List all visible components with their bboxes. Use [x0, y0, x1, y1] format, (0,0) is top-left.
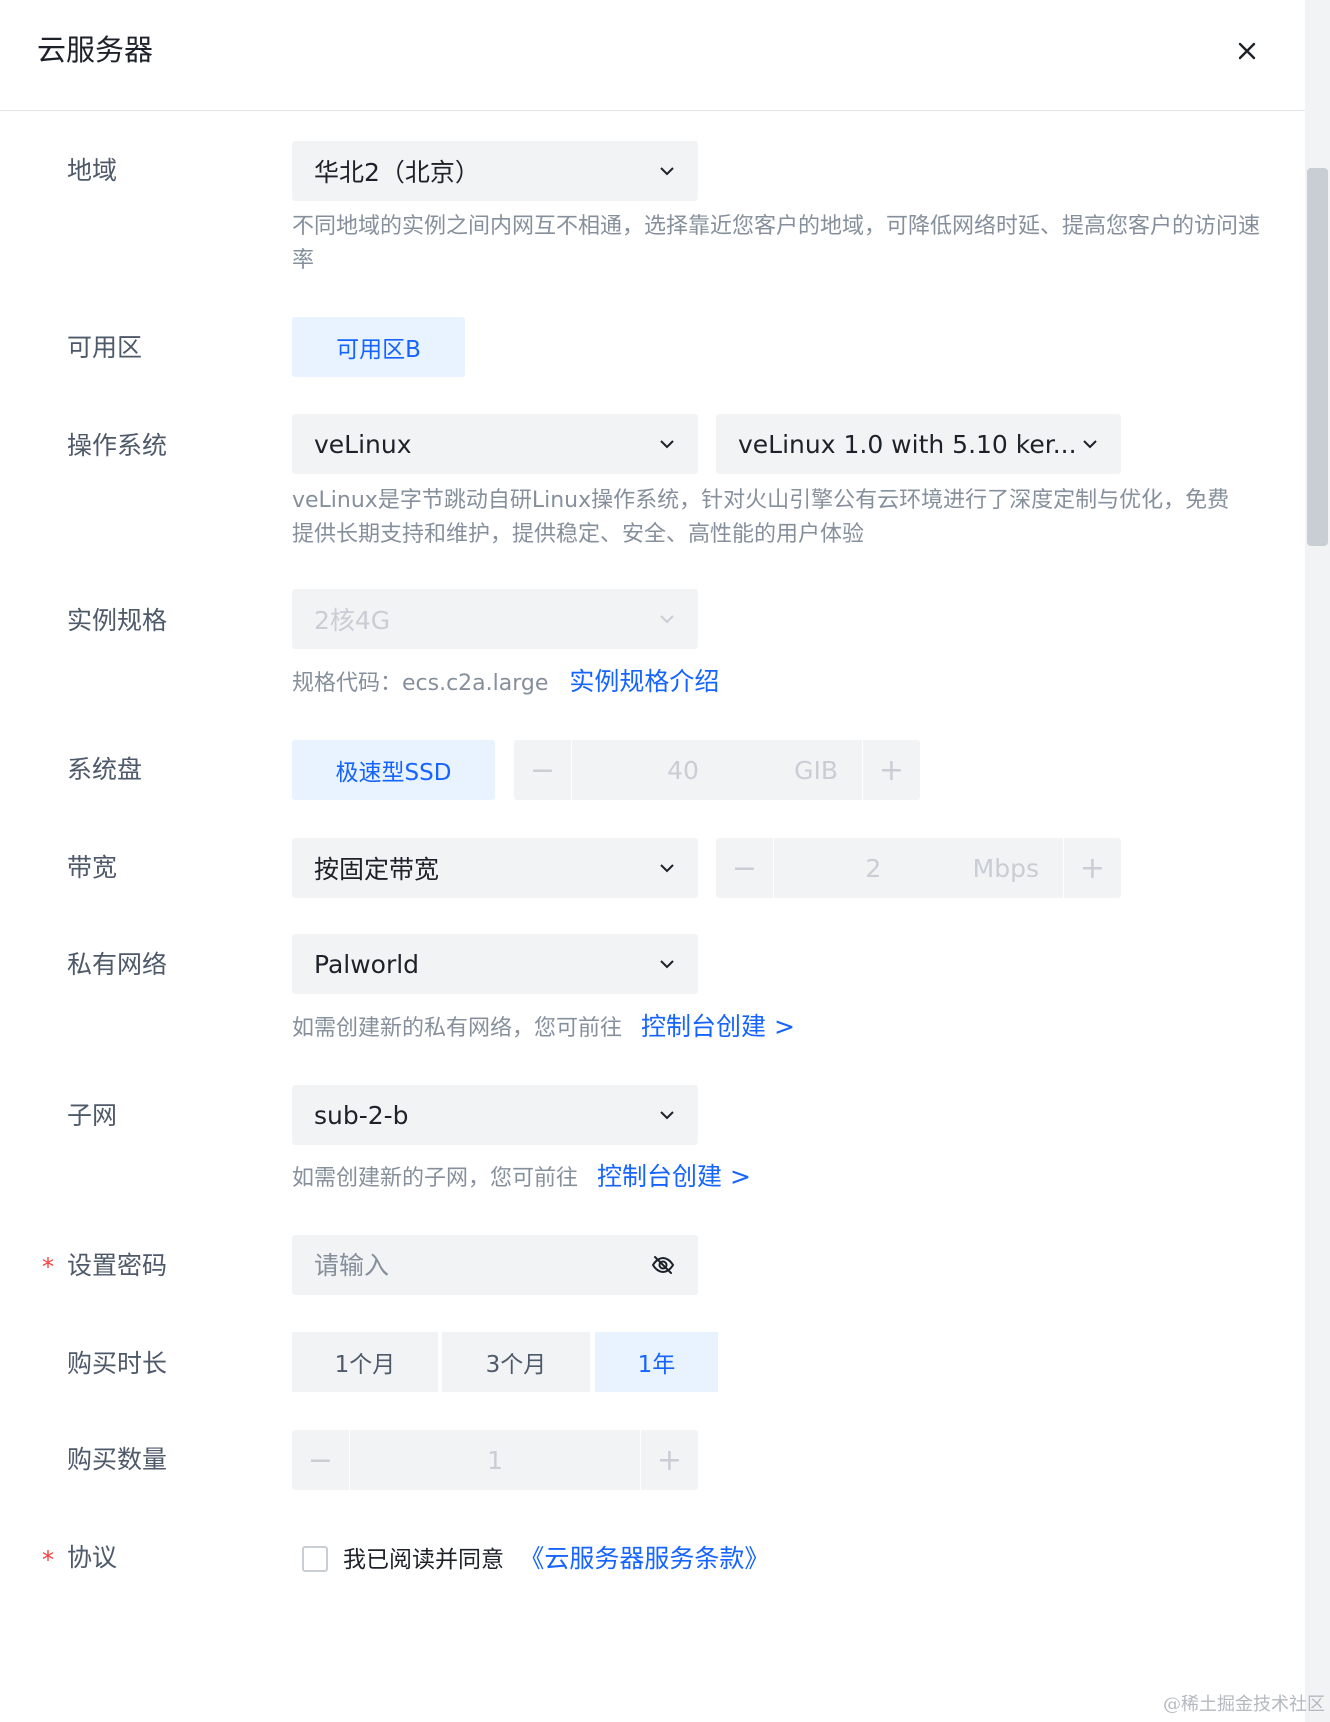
duration-option-1-year[interactable]: 1年 [595, 1332, 718, 1392]
eye-off-icon[interactable] [650, 1252, 676, 1278]
agreement-text: 我已阅读并同意 [343, 1547, 504, 1573]
drawer-title: 云服务器 [37, 33, 154, 67]
zone-label: 可用区 [67, 333, 143, 362]
os-value: veLinux [314, 429, 412, 459]
disk-plus-button[interactable]: + [862, 740, 920, 800]
bandwidth-unit: Mbps [972, 853, 1039, 883]
os-label: 操作系统 [67, 431, 168, 460]
chevron-down-icon [660, 960, 674, 969]
subnet-hint: 如需创建新的子网，您可前往 [292, 1166, 579, 1191]
disk-type-ssd[interactable]: 极速型SSD [292, 740, 495, 800]
agreement-checkbox[interactable] [302, 1546, 328, 1572]
vpc-create-link[interactable]: 控制台创建 > [641, 1012, 795, 1041]
duration-option-3-months[interactable]: 3个月 [442, 1332, 590, 1392]
vpc-hint: 如需创建新的私有网络，您可前往 [292, 1016, 623, 1041]
bandwidth-minus-button[interactable]: − [716, 838, 774, 898]
password-field [292, 1235, 698, 1295]
password-label: 设置密码 [67, 1251, 168, 1280]
instance-spec-code: 规格代码：ecs.c2a.large [292, 671, 549, 696]
password-required-mark: * [42, 1253, 54, 1281]
instance-select: 2核4G [292, 589, 698, 649]
instance-spec-link[interactable]: 实例规格介绍 [569, 667, 719, 696]
agreement-label: 协议 [67, 1543, 118, 1572]
disk-size-unit: GIB [794, 755, 838, 785]
region-select[interactable]: 华北2（北京） [292, 141, 698, 201]
os-hint-line2: 提供长期支持和维护，提供稳定、安全、高性能的用户体验 [292, 522, 865, 547]
drawer-header: 云服务器 [0, 0, 1305, 111]
password-input[interactable] [314, 1250, 650, 1280]
subnet-label: 子网 [67, 1101, 118, 1130]
vpc-select[interactable]: Palworld [292, 934, 698, 994]
os-hint-line1: veLinux是字节跳动自研Linux操作系统，针对火山引擎公有云环境进行了深度… [292, 488, 1230, 513]
subnet-create-link[interactable]: 控制台创建 > [597, 1162, 751, 1191]
bandwidth-value: 2 [865, 853, 882, 883]
chevron-down-icon [660, 440, 674, 449]
agreement-text-row: 我已阅读并同意 《云服务器服务条款》 [343, 1541, 769, 1578]
subnet-hint-row: 如需创建新的子网，您可前往 控制台创建 > [292, 1160, 751, 1196]
duration-option-1-month[interactable]: 1个月 [292, 1332, 438, 1392]
vpc-value: Palworld [314, 949, 420, 979]
zone-option-b[interactable]: 可用区B [292, 317, 465, 377]
quantity-stepper: − 1 + [292, 1430, 698, 1490]
bandwidth-mode-select[interactable]: 按固定带宽 [292, 838, 698, 898]
region-hint: 不同地域的实例之间内网互不相通，选择靠近您客户的地域，可降低网络时延、提高您客户… [292, 214, 1261, 273]
chevron-down-icon [660, 167, 674, 176]
instance-label: 实例规格 [67, 606, 168, 635]
bandwidth-plus-button[interactable]: + [1063, 838, 1121, 898]
duration-label: 购买时长 [67, 1349, 168, 1378]
disk-minus-button[interactable]: − [514, 740, 572, 800]
instance-hint-row: 规格代码：ecs.c2a.large 实例规格介绍 [292, 665, 719, 701]
instance-value: 2核4G [314, 606, 391, 635]
region-value: 华北2（北京） [314, 158, 480, 187]
scrollbar-thumb[interactable] [1307, 168, 1328, 546]
os-version-select[interactable]: veLinux 1.0 with 5.10 ker... [716, 414, 1121, 474]
quantity-minus-button[interactable]: − [292, 1430, 350, 1490]
scrollbar[interactable] [1305, 0, 1330, 1722]
bandwidth-mode-value: 按固定带宽 [314, 855, 440, 884]
region-label: 地域 [67, 156, 118, 185]
close-icon[interactable] [1232, 36, 1262, 66]
bandwidth-stepper: − 2 Mbps + [716, 838, 1121, 898]
chevron-down-icon [660, 615, 674, 624]
vpc-label: 私有网络 [67, 950, 168, 979]
terms-link[interactable]: 《云服务器服务条款》 [519, 1544, 769, 1573]
chevron-down-icon [1083, 440, 1097, 449]
subnet-select[interactable]: sub-2-b [292, 1085, 698, 1145]
os-select[interactable]: veLinux [292, 414, 698, 474]
disk-size-value: 40 [667, 755, 699, 785]
cloud-server-drawer: 云服务器 地域 华北2（北京） 不同地域的实例之间内网互不相通，选择靠近您客户的… [0, 0, 1305, 1722]
os-version-value: veLinux 1.0 with 5.10 ker... [738, 429, 1077, 459]
vpc-hint-row: 如需创建新的私有网络，您可前往 控制台创建 > [292, 1010, 795, 1046]
quantity-label: 购买数量 [67, 1445, 168, 1474]
chevron-down-icon [660, 864, 674, 873]
subnet-value: sub-2-b [314, 1100, 409, 1130]
quantity-value: 1 [487, 1445, 503, 1475]
quantity-plus-button[interactable]: + [640, 1430, 698, 1490]
disk-size-stepper: − 40 GIB + [514, 740, 920, 800]
agreement-required-mark: * [42, 1546, 54, 1574]
watermark: @稀土掘金技术社区 [1163, 1694, 1325, 1715]
bandwidth-label: 带宽 [67, 853, 118, 882]
disk-label: 系统盘 [67, 755, 143, 784]
chevron-down-icon [660, 1111, 674, 1120]
